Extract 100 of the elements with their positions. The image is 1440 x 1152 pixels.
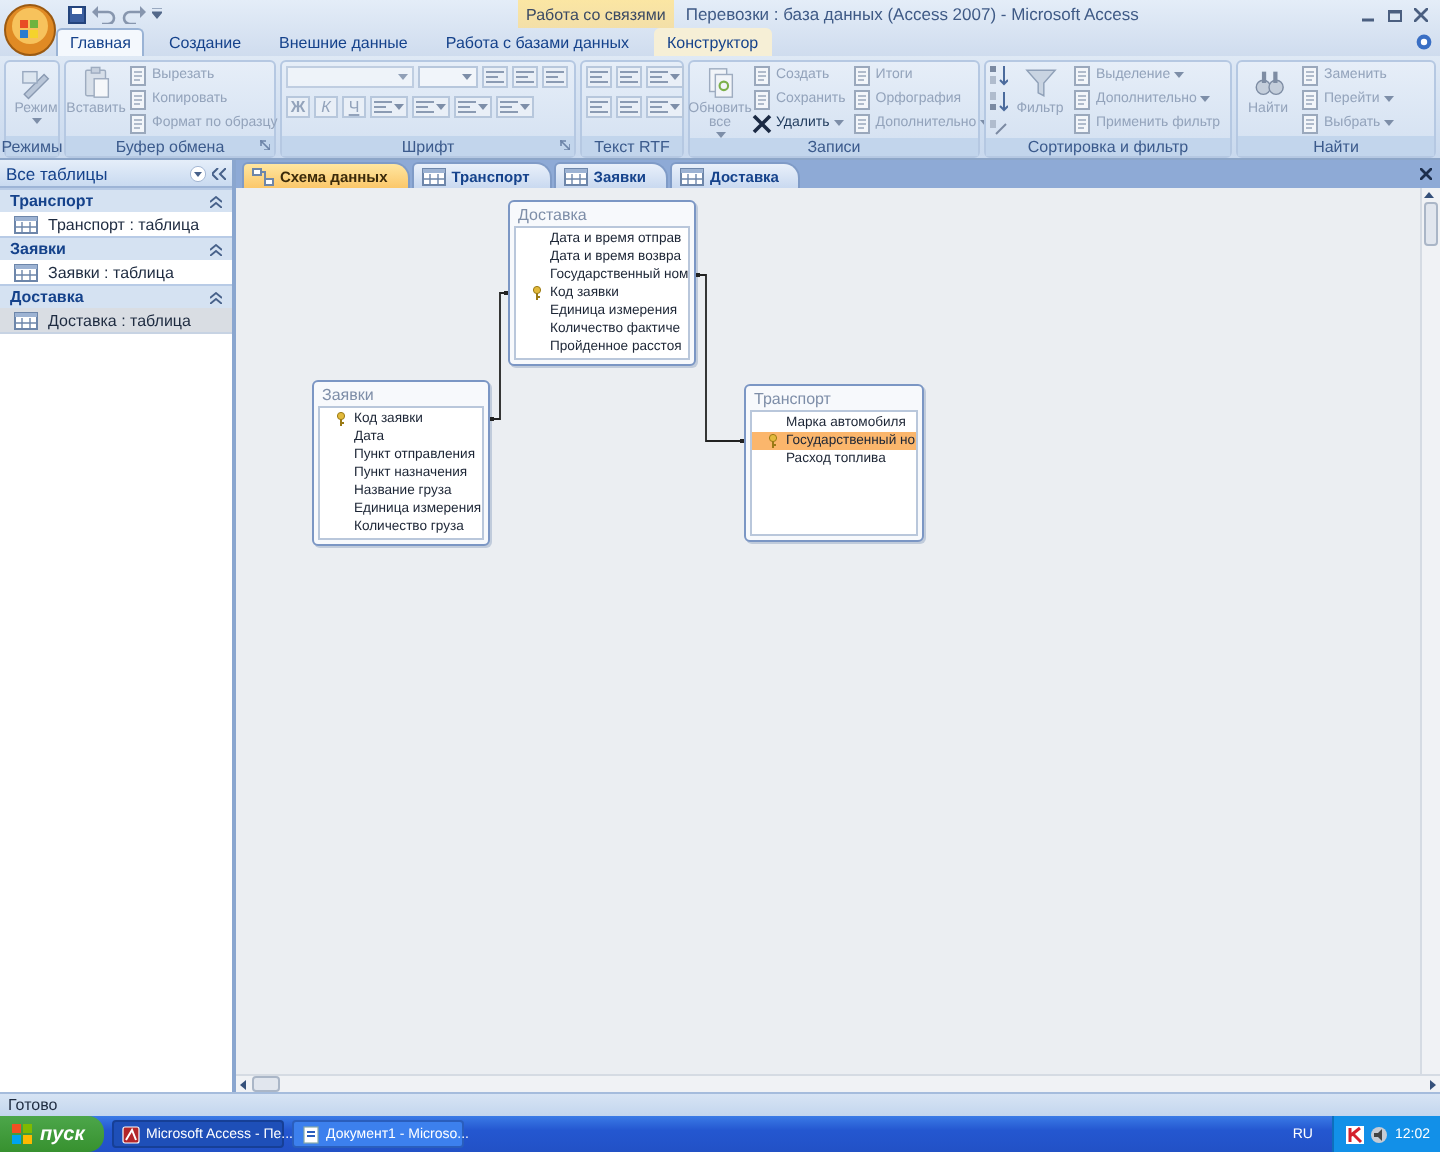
caret-icon: [31, 118, 41, 124]
table-icon: [563, 167, 588, 185]
refresh-pages-icon: [703, 66, 737, 100]
relationship-line[interactable]: [695, 273, 745, 443]
group-label: Буфер обмена: [115, 137, 225, 155]
page-icon: [128, 65, 148, 85]
page-icon: [851, 113, 872, 133]
nav-group-header[interactable]: Транспорт: [0, 188, 232, 212]
ribbon-tab[interactable]: Создание: [154, 28, 256, 56]
group-label: Шрифт: [401, 137, 455, 155]
caret-icon: [670, 74, 680, 80]
ribbon-tab[interactable]: Работа с базами данных: [431, 28, 644, 56]
context-tab-group: Работа со связями: [518, 0, 674, 28]
increase-indent-button[interactable]: [616, 66, 642, 88]
align-right-button[interactable]: [542, 66, 568, 88]
page-icon: [1072, 65, 1092, 85]
start-button[interactable]: пуск: [0, 1116, 104, 1152]
dropdown-icon[interactable]: [190, 165, 206, 181]
nav-item[interactable]: Доставка : таблица: [0, 308, 232, 332]
nav-item[interactable]: Заявки : таблица: [0, 260, 232, 284]
key-icon: [768, 434, 778, 448]
table-title: Заявки: [320, 383, 376, 406]
collapse-group-icon: [210, 195, 222, 207]
caret-icon: [670, 104, 680, 110]
align-left-button[interactable]: [482, 66, 508, 88]
maximize-icon[interactable]: [1388, 7, 1402, 21]
page-icon: [1072, 113, 1092, 133]
window-title: Перевозки : база данных (Access 2007) - Microsoft Access: [685, 4, 1139, 24]
font-color-button[interactable]: [370, 96, 408, 118]
caret-icon: [436, 104, 446, 110]
group-label: Режимы: [1, 137, 63, 155]
page-icon: [851, 89, 872, 109]
fill-color-button[interactable]: [412, 96, 450, 118]
page-icon: [128, 89, 148, 109]
antivirus-icon[interactable]: [1346, 1125, 1365, 1143]
relationship-line[interactable]: [489, 291, 509, 421]
caret-icon: [1174, 72, 1185, 78]
clipboard-icon: [79, 66, 113, 100]
numbered-list-button[interactable]: [616, 96, 642, 118]
caret-icon: [462, 74, 472, 80]
font-size-combo[interactable]: [418, 66, 478, 88]
document-app-icon: [302, 1125, 320, 1143]
scroll-right-icon[interactable]: [1428, 1077, 1440, 1091]
group-label: Найти: [1313, 137, 1359, 155]
status-text: Готово: [8, 1096, 58, 1114]
table-icon: [14, 215, 38, 233]
key-app-icon: [122, 1125, 140, 1143]
group-label: Записи: [807, 138, 861, 156]
page-icon: [1300, 65, 1320, 85]
dialog-launcher-icon[interactable]: [560, 140, 570, 150]
line-style-button[interactable]: [496, 96, 534, 118]
caret-icon: [1383, 96, 1394, 102]
paragraph-direction-button[interactable]: [646, 66, 684, 88]
table-title: Транспорт: [752, 387, 833, 410]
align-center-button[interactable]: [512, 66, 538, 88]
highlighter-button[interactable]: [646, 96, 684, 118]
binoculars-icon: [1251, 66, 1285, 100]
page-icon: [752, 89, 772, 109]
redo-icon[interactable]: [122, 5, 146, 23]
nav-group-header[interactable]: Доставка: [0, 284, 232, 308]
office-button-icon[interactable]: [4, 4, 56, 56]
nav-item[interactable]: Транспорт : таблица: [0, 212, 232, 236]
caret-icon: [398, 74, 408, 80]
ribbon-tab[interactable]: Главная: [56, 28, 145, 56]
gridlines-button[interactable]: [454, 96, 492, 118]
group-label: Сортировка и фильтр: [1027, 138, 1189, 156]
sort-descending-icon: [990, 92, 1008, 112]
bullet-list-button[interactable]: [586, 96, 612, 118]
ribbon-tab[interactable]: Внешние данные: [265, 28, 422, 56]
horizontal-scrollbar[interactable]: [236, 1074, 1440, 1092]
caret-icon: [394, 104, 404, 110]
nav-pane-header[interactable]: Все таблицы: [0, 160, 232, 188]
close-icon[interactable]: [1414, 7, 1428, 21]
decrease-indent-button[interactable]: [586, 66, 612, 88]
pencil-icon: [19, 66, 53, 100]
ribbon-tab[interactable]: Конструктор: [653, 28, 773, 56]
group-label: Текст RTF: [594, 137, 670, 155]
windows-flag-icon: [12, 1124, 32, 1144]
collapse-pane-icon[interactable]: [212, 167, 226, 179]
table-icon: [421, 167, 446, 185]
clear-sort-icon: [990, 118, 1008, 138]
caret-icon: [478, 104, 488, 110]
close-icon[interactable]: [1420, 168, 1432, 180]
align-left-icon: [486, 70, 504, 84]
table-icon: [680, 167, 705, 185]
caret-icon: [1200, 96, 1211, 102]
align-right-icon: [546, 70, 564, 84]
nav-group-header[interactable]: Заявки: [0, 236, 232, 260]
relationships-icon: [252, 167, 274, 185]
scroll-thumb[interactable]: [252, 1076, 280, 1092]
dialog-launcher-icon[interactable]: [260, 140, 270, 150]
page-icon: [851, 65, 872, 85]
dropdown-icon[interactable]: [152, 8, 162, 20]
save-icon[interactable]: [68, 5, 86, 23]
speaker-icon[interactable]: [1370, 1125, 1389, 1143]
caret-icon: [1384, 120, 1395, 126]
key-icon: [336, 412, 346, 426]
help-icon[interactable]: [1416, 34, 1432, 50]
scroll-thumb[interactable]: [1424, 202, 1438, 246]
vertical-scrollbar[interactable]: [1420, 188, 1440, 1074]
